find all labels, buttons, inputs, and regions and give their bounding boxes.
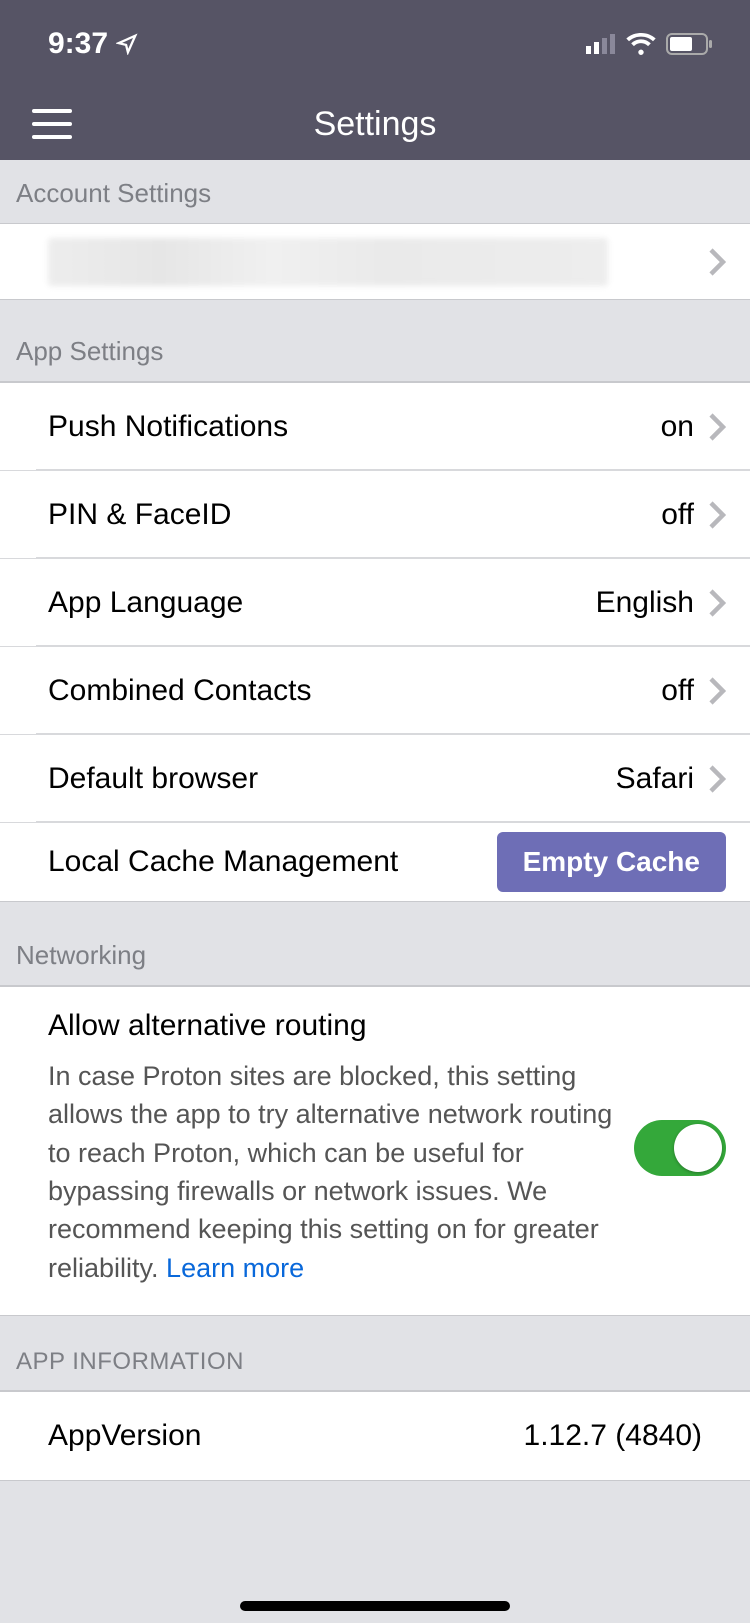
account-row[interactable] bbox=[0, 224, 750, 300]
row-combined-contacts[interactable]: Combined Contacts off bbox=[0, 647, 750, 735]
chevron-right-icon bbox=[708, 247, 726, 277]
section-header-app-info: APP INFORMATION bbox=[0, 1316, 750, 1391]
home-indicator[interactable] bbox=[240, 1601, 510, 1611]
row-value: on bbox=[661, 410, 694, 444]
account-redacted bbox=[48, 238, 608, 286]
alt-routing-toggle[interactable] bbox=[634, 1120, 726, 1176]
cell-signal-icon bbox=[586, 34, 616, 54]
row-label: Local Cache Management bbox=[48, 845, 398, 879]
section-header-networking: Networking bbox=[0, 902, 750, 986]
chevron-right-icon bbox=[708, 764, 726, 794]
learn-more-link[interactable]: Learn more bbox=[166, 1253, 304, 1283]
row-app-language[interactable]: App Language English bbox=[0, 559, 750, 647]
status-time: 9:37 bbox=[48, 27, 108, 61]
row-label: PIN & FaceID bbox=[48, 498, 231, 532]
chevron-right-icon bbox=[708, 676, 726, 706]
row-pin-faceid[interactable]: PIN & FaceID off bbox=[0, 471, 750, 559]
section-header-account: Account Settings bbox=[0, 160, 750, 224]
battery-icon bbox=[666, 33, 714, 55]
row-label: Combined Contacts bbox=[48, 674, 311, 708]
row-label: Push Notifications bbox=[48, 410, 288, 444]
menu-button[interactable] bbox=[32, 109, 72, 139]
row-label: Default browser bbox=[48, 762, 258, 796]
row-value: off bbox=[661, 498, 694, 532]
chevron-right-icon bbox=[708, 412, 726, 442]
app-version-value: 1.12.7 (4840) bbox=[524, 1419, 702, 1453]
row-app-version: AppVersion 1.12.7 (4840) bbox=[0, 1391, 750, 1481]
section-header-app: App Settings bbox=[0, 300, 750, 382]
empty-cache-button[interactable]: Empty Cache bbox=[497, 832, 726, 892]
row-value: English bbox=[596, 586, 694, 620]
row-value: off bbox=[661, 674, 694, 708]
wifi-icon bbox=[626, 33, 656, 55]
row-label: App Language bbox=[48, 586, 243, 620]
nav-bar: Settings bbox=[0, 88, 750, 160]
row-value: Safari bbox=[616, 762, 694, 796]
row-local-cache: Local Cache Management Empty Cache bbox=[0, 823, 750, 901]
page-title: Settings bbox=[314, 105, 437, 144]
row-push-notifications[interactable]: Push Notifications on bbox=[0, 383, 750, 471]
hamburger-icon bbox=[32, 109, 72, 139]
row-alternative-routing: Allow alternative routing In case Proton… bbox=[0, 986, 750, 1316]
status-bar: 9:37 bbox=[0, 0, 750, 88]
toggle-knob bbox=[674, 1124, 722, 1172]
chevron-right-icon bbox=[708, 500, 726, 530]
row-default-browser[interactable]: Default browser Safari bbox=[0, 735, 750, 823]
location-icon bbox=[116, 33, 138, 55]
app-version-label: AppVersion bbox=[48, 1419, 201, 1453]
alt-routing-description: In case Proton sites are blocked, this s… bbox=[48, 1057, 614, 1287]
chevron-right-icon bbox=[708, 588, 726, 618]
alt-routing-title: Allow alternative routing bbox=[48, 1009, 614, 1043]
app-settings-group: Push Notifications on PIN & FaceID off A… bbox=[0, 382, 750, 902]
